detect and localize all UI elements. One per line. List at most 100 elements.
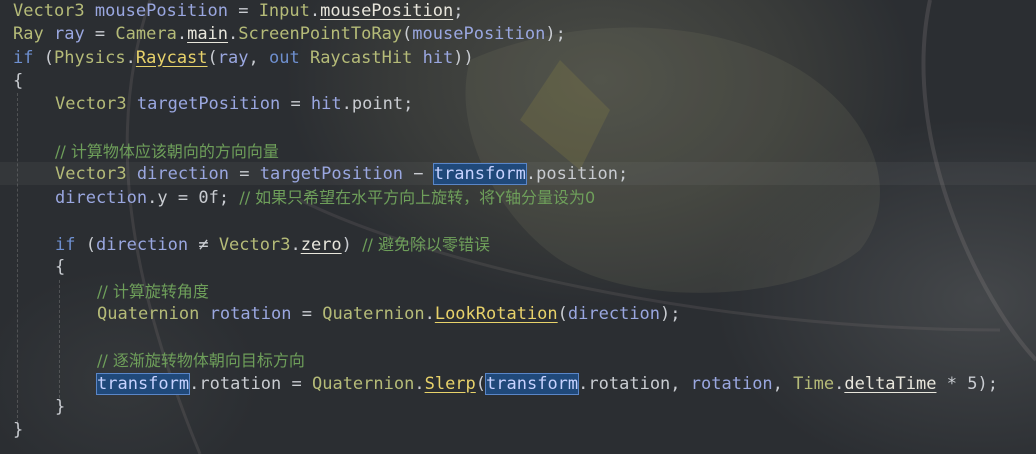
code-line[interactable]: { <box>13 70 998 93</box>
code-punctuation: ; <box>218 188 240 209</box>
code-punctuation: . <box>290 234 301 255</box>
code-punctuation: ) <box>341 234 363 255</box>
code-identifier-variable: rotation <box>690 373 773 394</box>
code-identifier-type: Quaternion <box>97 303 200 324</box>
code-identifier-variable: direction <box>95 234 189 255</box>
code-property: rotation <box>588 373 671 394</box>
code-comment: // 避免除以零错误 <box>362 234 491 254</box>
code-punctuation: , <box>670 373 691 394</box>
code-identifier-type: RaycastHit <box>309 47 413 68</box>
code-identifier-variable: mousePosition <box>412 24 546 45</box>
code-line[interactable] <box>13 326 998 349</box>
code-punctuation <box>127 94 137 114</box>
code-identifier-variable: hit <box>422 47 454 68</box>
code-line[interactable]: if (direction ≠ Vector3.zero) // 避免除以零错误 <box>13 233 998 256</box>
code-punctuation: ( <box>207 47 218 68</box>
code-keyword: if <box>13 47 34 68</box>
code-property: rotation <box>199 373 282 394</box>
code-identifier-variable: direction <box>136 164 230 185</box>
code-property: position <box>536 164 619 185</box>
code-punctuation: = <box>227 1 259 21</box>
code-keyword: out <box>268 47 300 68</box>
code-identifier-variable: direction <box>567 303 661 324</box>
code-line[interactable]: } <box>13 396 998 419</box>
code-punctuation: ); <box>660 303 681 324</box>
code-line[interactable]: { <box>13 256 998 279</box>
code-identifier-variable: direction <box>55 188 148 209</box>
code-lines[interactable]: Vector3 mousePosition = Input.mousePosit… <box>13 0 998 443</box>
code-identifier-variable: mousePosition <box>94 1 228 21</box>
code-punctuation: ; <box>618 164 629 185</box>
code-punctuation: ; <box>453 1 464 21</box>
code-punctuation <box>127 164 137 184</box>
code-punctuation: } <box>55 397 66 418</box>
code-punctuation: = <box>84 24 116 45</box>
code-identifier-variable: hit <box>310 94 342 115</box>
code-punctuation: . <box>176 24 188 45</box>
code-punctuation: . <box>309 1 321 21</box>
code-punctuation: . <box>525 164 537 185</box>
code-comment: // 逐渐旋转物体朝向目标方向 <box>97 351 305 371</box>
code-identifier-variable: ray <box>53 24 85 45</box>
code-member-reference: zero <box>300 234 342 255</box>
code-punctuation: ; <box>403 94 414 115</box>
code-identifier-variable: rotation <box>209 303 292 324</box>
code-identifier-type: Input <box>258 1 310 21</box>
code-line[interactable] <box>13 116 998 139</box>
code-comment: // 如果只希望在水平方向上旋转，将Y轴分量设为0 <box>239 188 596 208</box>
code-identifier-type: Physics <box>53 47 126 68</box>
code-punctuation: = <box>281 373 312 394</box>
code-highlighted-reference: transform <box>432 163 527 186</box>
code-punctuation: ); <box>545 24 566 45</box>
code-punctuation: } <box>13 420 24 441</box>
code-identifier-variable: targetPosition <box>136 94 281 115</box>
code-identifier-type: Vector3 <box>13 1 85 21</box>
code-punctuation: . <box>414 373 425 394</box>
code-member-reference: mousePosition <box>320 1 454 21</box>
code-keyword: if <box>55 234 76 255</box>
code-identifier-type: Quaternion <box>322 303 425 324</box>
code-line[interactable]: transform.rotation = Quaternion.Slerp(tr… <box>13 372 998 396</box>
code-punctuation <box>44 24 54 44</box>
code-line[interactable]: if (Physics.Raycast(ray, out RaycastHit … <box>13 47 998 70</box>
code-punctuation: . <box>228 24 239 45</box>
code-member-reference: main <box>187 24 229 45</box>
code-line[interactable]: Vector3 direction = targetPosition − tra… <box>13 163 998 186</box>
code-punctuation: ≠ <box>188 234 219 255</box>
code-identifier-type: ScreenPointToRay <box>238 24 403 45</box>
code-punctuation: = <box>280 94 311 115</box>
code-punctuation: . <box>189 373 200 394</box>
code-line[interactable]: Vector3 targetPosition = hit.point; <box>13 93 998 116</box>
code-line[interactable]: // 计算物体应该朝向的方向向量 <box>13 140 998 163</box>
code-number-literal: 0f <box>198 188 219 209</box>
code-editor[interactable]: Vector3 mousePosition = Input.mousePosit… <box>0 0 1036 454</box>
code-punctuation: . <box>424 303 435 324</box>
code-punctuation: ( <box>557 303 568 324</box>
code-identifier-type: Quaternion <box>311 373 415 394</box>
code-identifier-type: Time <box>793 373 835 394</box>
code-comment: // 计算旋转角度 <box>97 281 209 301</box>
code-punctuation: . <box>834 373 845 394</box>
code-line[interactable]: direction.y = 0f; // 如果只希望在水平方向上旋转，将Y轴分量… <box>13 186 998 209</box>
code-number-literal: 5 <box>967 373 978 394</box>
code-identifier-type: Vector3 <box>218 234 291 255</box>
code-line[interactable]: Ray ray = Camera.main.ScreenPointToRay(m… <box>13 23 998 46</box>
code-punctuation: ( <box>402 24 413 45</box>
code-member-reference: deltaTime <box>844 373 937 394</box>
code-punctuation: − <box>403 164 434 185</box>
code-punctuation: . <box>147 188 158 209</box>
code-line[interactable] <box>13 210 998 233</box>
code-line[interactable]: Vector3 mousePosition = Input.mousePosit… <box>13 0 998 23</box>
code-line[interactable]: // 逐渐旋转物体朝向目标方向 <box>13 349 998 372</box>
code-punctuation <box>412 48 422 68</box>
code-punctuation: . <box>341 94 352 115</box>
code-line[interactable]: Quaternion rotation = Quaternion.LookRot… <box>13 303 998 326</box>
code-punctuation: { <box>55 257 66 278</box>
code-comment: // 计算物体应该朝向的方向向量 <box>55 141 279 161</box>
code-line[interactable]: } <box>13 419 998 442</box>
code-line[interactable]: // 计算旋转角度 <box>13 280 998 303</box>
code-highlighted-reference: transform <box>485 372 580 395</box>
code-punctuation: ( <box>33 47 54 68</box>
code-punctuation: )) <box>453 47 474 68</box>
code-punctuation: ( <box>475 373 487 394</box>
